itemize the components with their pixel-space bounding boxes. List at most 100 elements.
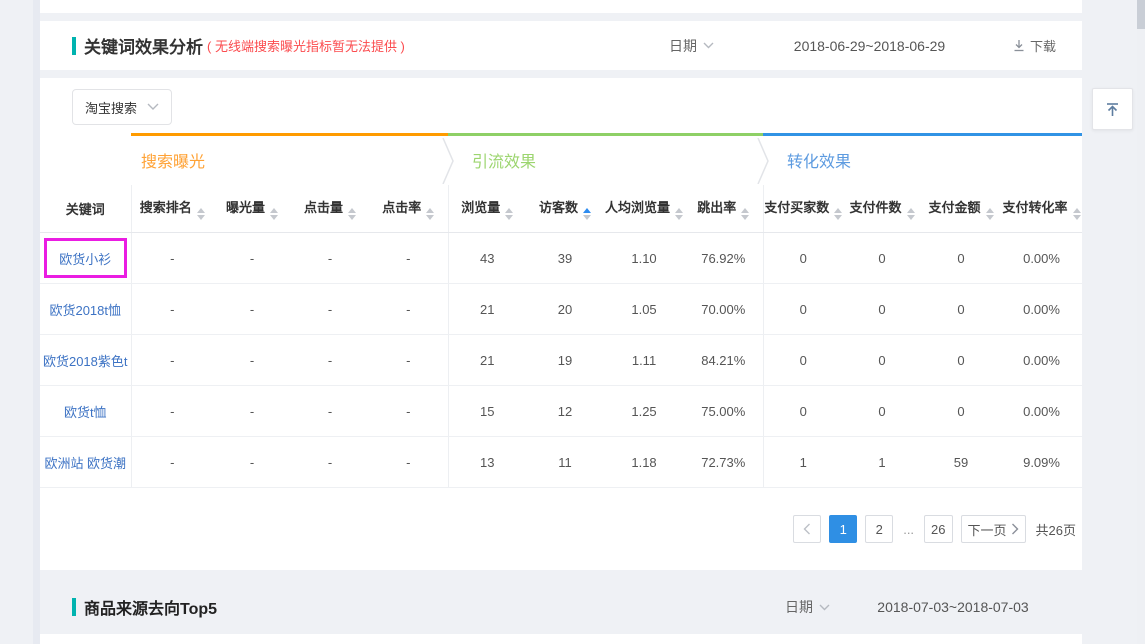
scrollbar-track [1137, 0, 1145, 644]
group-separator-chevron-icon [441, 138, 455, 184]
value-cell: 12 [526, 386, 604, 437]
value-cell: 0 [763, 233, 843, 284]
section-title: 关键词效果分析 [84, 33, 203, 58]
channel-select[interactable]: 淘宝搜索 [72, 89, 172, 125]
value-cell: - [291, 335, 369, 386]
column-header-paid-amount[interactable]: 支付金额 [921, 185, 1001, 233]
column-header-paid-buyers[interactable]: 支付买家数 [763, 185, 843, 233]
column-header-bounce-rate[interactable]: 跳出率 [684, 185, 763, 233]
download-button[interactable]: 下载 [1013, 36, 1056, 55]
value-cell: 0 [763, 335, 843, 386]
value-cell: - [291, 233, 369, 284]
chevron-left-icon [803, 523, 811, 535]
keyword-link[interactable]: 欧货2018t恤 [49, 303, 121, 318]
column-header-ctr[interactable]: 点击率 [369, 185, 448, 233]
download-label: 下载 [1030, 36, 1056, 55]
value-cell: 0 [921, 386, 1001, 437]
column-header-search-rank[interactable]: 搜索排名 [131, 185, 213, 233]
column-header-avg-pageviews[interactable]: 人均浏览量 [604, 185, 684, 233]
value-cell: 1.25 [604, 386, 684, 437]
left-scrollbar-track [33, 0, 40, 644]
keyword-link[interactable]: 欧货t恤 [64, 405, 107, 420]
value-cell: 59 [921, 437, 1001, 488]
prev-page-button[interactable] [793, 515, 821, 543]
back-to-top-button[interactable] [1092, 88, 1133, 130]
chevron-down-icon [819, 604, 830, 611]
chevron-down-icon [703, 42, 714, 49]
value-cell: 0.00% [1001, 335, 1082, 386]
value-cell: 19 [526, 335, 604, 386]
keyword-link[interactable]: 欧洲站 欧货潮 [44, 456, 126, 471]
value-cell: 70.00% [684, 284, 763, 335]
table-row: 欧货2018t恤----21201.0570.00%0000.00% [40, 284, 1082, 335]
chevron-down-icon [147, 103, 159, 111]
value-cell: - [131, 437, 213, 488]
column-header-visitors[interactable]: 访客数 [526, 185, 604, 233]
sort-icon[interactable] [741, 208, 749, 220]
page-button-26[interactable]: 26 [924, 515, 952, 543]
date-dropdown[interactable]: 日期 [669, 36, 714, 56]
column-header-clicks[interactable]: 点击量 [291, 185, 369, 233]
scrollbar-thumb[interactable] [1137, 0, 1145, 29]
value-cell: 15 [448, 386, 526, 437]
value-cell: 0 [843, 233, 921, 284]
sort-icon[interactable] [675, 208, 683, 220]
date-dropdown[interactable]: 日期 [785, 597, 830, 617]
section-title: 商品来源去向Top5 [84, 595, 217, 619]
sort-icon[interactable] [197, 208, 205, 220]
sort-icon[interactable] [986, 208, 994, 220]
chevron-right-icon [1011, 523, 1019, 535]
keyword-cell: 欧货t恤 [40, 386, 131, 437]
value-cell: 1 [763, 437, 843, 488]
value-cell: 0 [921, 335, 1001, 386]
sort-icon-active[interactable] [583, 208, 591, 220]
value-cell: 0 [763, 284, 843, 335]
column-header-pageviews[interactable]: 浏览量 [448, 185, 526, 233]
value-cell: 43 [448, 233, 526, 284]
sort-icon[interactable] [505, 208, 513, 220]
column-header-paid-items[interactable]: 支付件数 [843, 185, 921, 233]
value-cell: 20 [526, 284, 604, 335]
column-header-conversion-rate[interactable]: 支付转化率 [1001, 185, 1082, 233]
value-cell: 0 [843, 284, 921, 335]
date-range-value[interactable]: 2018-07-03~2018-07-03 [858, 599, 1048, 615]
value-cell: - [369, 284, 448, 335]
value-cell: - [213, 233, 291, 284]
value-cell: 21 [448, 284, 526, 335]
channel-select-value: 淘宝搜索 [85, 98, 137, 117]
value-cell: 0 [843, 386, 921, 437]
value-cell: 0 [843, 335, 921, 386]
page-button-2[interactable]: 2 [865, 515, 893, 543]
section-accent-bar [72, 598, 76, 616]
column-header-row: 关键词 搜索排名 曝光量 点击量 点击率 浏览量 访客数 人均浏览量 跳出率 支… [40, 185, 1082, 233]
group-header-conversion-effect: 转化效果 [763, 135, 1082, 185]
date-range-value[interactable]: 2018-06-29~2018-06-29 [742, 38, 997, 54]
keyword-cell: 欧货小衫 [40, 233, 131, 284]
keyword-link[interactable]: 欧货小衫 [59, 252, 111, 267]
group-separator-chevron-icon [756, 138, 770, 184]
value-cell: - [291, 437, 369, 488]
sort-icon[interactable] [270, 208, 278, 220]
sort-icon[interactable] [834, 208, 842, 220]
value-cell: - [213, 284, 291, 335]
sort-icon[interactable] [1073, 208, 1081, 220]
sort-icon[interactable] [426, 208, 434, 220]
keyword-table: 搜索曝光 引流效果 转化效果 关键词 搜索排名 曝光量 点击量 点击率 浏览量 … [40, 133, 1082, 488]
page-button-1[interactable]: 1 [829, 515, 857, 543]
column-header-exposure[interactable]: 曝光量 [213, 185, 291, 233]
value-cell: 13 [448, 437, 526, 488]
group-label: 搜索曝光 [141, 154, 205, 171]
keyword-section-header: 关键词效果分析 ( 无线端搜索曝光指标暂无法提供 ) 日期 2018-06-29… [40, 21, 1082, 70]
section-note: ( 无线端搜索曝光指标暂无法提供 ) [207, 36, 405, 55]
next-page-button[interactable]: 下一页 [961, 515, 1026, 543]
sort-icon[interactable] [907, 208, 915, 220]
value-cell: 21 [448, 335, 526, 386]
keyword-link[interactable]: 欧货2018紫色t [43, 354, 128, 369]
pagination: 1 2 ... 26 下一页 共26页 [793, 515, 1076, 543]
value-cell: - [213, 335, 291, 386]
sort-icon[interactable] [348, 208, 356, 220]
keyword-cell: 欧货2018t恤 [40, 284, 131, 335]
value-cell: - [131, 386, 213, 437]
value-cell: - [369, 437, 448, 488]
group-label: 引流效果 [472, 154, 536, 171]
